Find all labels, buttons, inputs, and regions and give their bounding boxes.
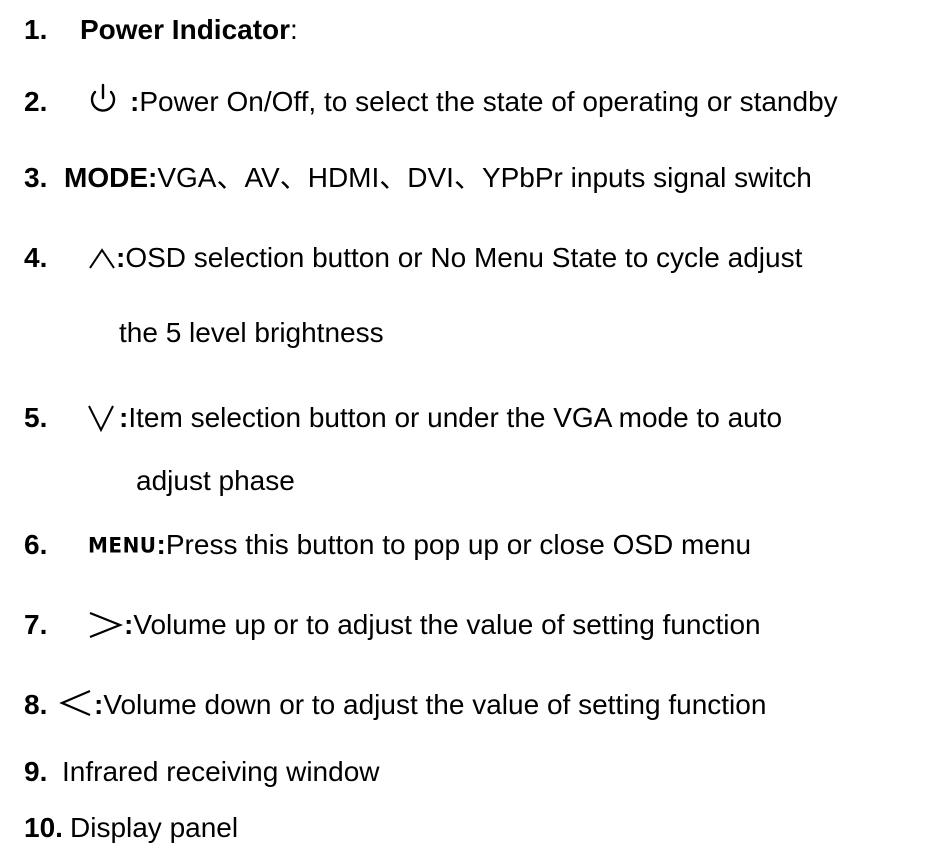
item-colon: : [130,86,140,117]
item-number: 8. [24,689,48,720]
item-number: 9. [24,756,48,787]
item-colon: : [94,689,104,720]
list-item-9: 9. Infrared receiving window [24,752,380,792]
list-item-5-continuation: adjust phase [136,465,295,496]
item-colon: : [116,242,126,273]
item-colon: : [124,609,134,640]
item-colon: : [148,162,158,193]
item-number: 7. [24,609,48,640]
greater-than-icon [86,605,124,645]
item-number: 4. [24,242,48,273]
item-text: Volume up or to adjust the value of sett… [133,609,761,640]
list-item-6: 6. MENU : Press this button to pop up or… [24,525,751,565]
item-text: VGA、AV、HDMI、DVI、YPbPr inputs signal swit… [157,162,812,193]
item-text: Power On/Off, to select the state of ope… [139,86,838,117]
item-colon: : [290,14,298,45]
item-number: 6. [24,529,48,560]
list-item-5: 5. : Item selection button or under the … [24,398,782,438]
item-text: Press this button to pop up or close OSD… [165,529,752,560]
item-number: 10. [24,812,63,843]
caret-up-icon [88,238,116,278]
item-text: Volume down or to adjust the value of se… [103,689,767,720]
list-item-1: 1. Power Indicator : [24,10,298,50]
item-number: 2. [24,86,48,117]
item-title: Power Indicator [80,14,291,45]
list-item-4: 4. : OSD selection button or No Menu Sta… [24,238,802,278]
item-number: 3. [24,162,48,193]
list-item-3: 3. MODE : VGA、AV、HDMI、DVI、YPbPr inputs s… [24,158,812,198]
item-number: 1. [24,14,48,45]
list-item-2: 2. : Power On/Off, to select the state o… [24,82,838,122]
item-text: Item selection button or under the VGA m… [128,402,783,433]
item-colon: : [156,529,166,560]
caret-down-icon [86,398,116,438]
item-text: Infrared receiving window [62,756,380,787]
list-item-7: 7. : Volume up or to adjust the value of… [24,605,761,645]
item-text: OSD selection button or No Menu State to… [125,242,803,273]
power-icon [86,82,120,122]
item-number: 5. [24,402,48,433]
item-text: Display panel [70,812,239,843]
list-item-4-continuation: the 5 level brightness [119,317,384,348]
mode-label: MODE [64,162,148,193]
menu-icon: MENU [88,532,157,558]
list-item-10: 10. Display panel [24,808,238,848]
list-item-8: 8. : Volume down or to adjust the value … [24,685,766,725]
less-than-icon [58,685,94,725]
item-colon: : [119,402,129,433]
